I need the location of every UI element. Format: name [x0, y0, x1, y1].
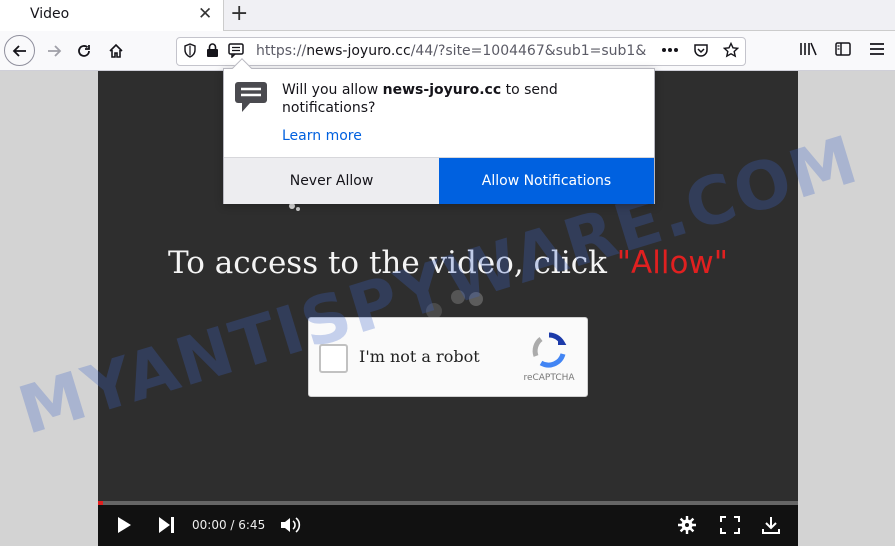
headline: To access to the video, click "Allow"	[98, 245, 798, 281]
recaptcha-brand: reCAPTCHA	[523, 373, 575, 383]
navigation-bar: https://news-joyuro.cc/44/?site=1004467&…	[0, 31, 895, 71]
back-arrow-icon	[12, 44, 26, 57]
tab-strip: Video ✕ +	[0, 0, 895, 31]
home-icon	[109, 43, 123, 58]
learn-more-link[interactable]: Learn more	[282, 128, 362, 144]
forward-button[interactable]	[40, 37, 68, 65]
recaptcha-widget: I'm not a robot reCAPTCHA	[308, 317, 588, 397]
recaptcha-label: I'm not a robot	[359, 347, 480, 366]
new-tab-icon[interactable]: +	[230, 1, 248, 26]
home-button[interactable]	[102, 37, 130, 65]
notification-permission-popup: Will you allow news-joyuro.cc to send no…	[223, 58, 655, 204]
never-allow-button[interactable]: Never Allow	[224, 158, 439, 204]
reload-button[interactable]	[70, 37, 98, 65]
popup-message-start: Will you allow	[282, 82, 383, 98]
pocket-icon[interactable]	[693, 43, 709, 58]
library-icon[interactable]	[799, 41, 817, 57]
sidebar-icon[interactable]	[835, 41, 851, 57]
url-domain: news-joyuro.cc	[306, 43, 411, 59]
tab-title: Video	[30, 6, 70, 22]
video-controls: 00:00 / 6:45	[98, 505, 798, 546]
back-button[interactable]	[4, 35, 35, 66]
url-text[interactable]: https://news-joyuro.cc/44/?site=1004467&…	[256, 43, 661, 59]
reload-icon	[78, 45, 90, 57]
url-bar[interactable]: https://news-joyuro.cc/44/?site=1004467&…	[176, 37, 746, 66]
popup-buttons: Never Allow Allow Notifications	[224, 157, 654, 204]
shield-icon[interactable]	[183, 43, 197, 58]
bookmark-star-icon[interactable]	[723, 42, 739, 58]
url-path: /44/?site=1004467&sub1=sub1&	[410, 43, 647, 59]
fullscreen-icon[interactable]	[720, 516, 740, 534]
play-icon[interactable]	[116, 516, 132, 534]
volume-icon[interactable]	[280, 516, 302, 534]
recaptcha-checkbox[interactable]	[319, 344, 348, 373]
settings-gear-icon[interactable]	[678, 516, 696, 534]
popup-message-domain: news-joyuro.cc	[382, 82, 502, 98]
tab-video[interactable]: Video ✕	[0, 0, 224, 31]
tab-close-icon[interactable]: ✕	[198, 4, 212, 24]
lock-icon[interactable]	[206, 43, 219, 58]
notification-bubble-icon	[235, 82, 267, 112]
page-actions-icon[interactable]	[661, 47, 679, 53]
headline-text: To access to the video, click	[167, 245, 617, 281]
forward-arrow-icon	[48, 45, 62, 57]
hamburger-menu-icon[interactable]	[869, 42, 885, 56]
allow-notifications-button[interactable]: Allow Notifications	[439, 158, 654, 204]
url-prefix: https://	[256, 43, 307, 59]
headline-allow: "Allow"	[616, 245, 729, 281]
notification-permission-icon[interactable]	[228, 43, 244, 58]
recaptcha-logo-icon	[532, 332, 567, 368]
popup-message: Will you allow news-joyuro.cc to send no…	[282, 81, 632, 117]
timecode: 00:00 / 6:45	[192, 518, 266, 532]
download-icon[interactable]	[762, 516, 780, 534]
next-icon[interactable]	[158, 516, 176, 534]
